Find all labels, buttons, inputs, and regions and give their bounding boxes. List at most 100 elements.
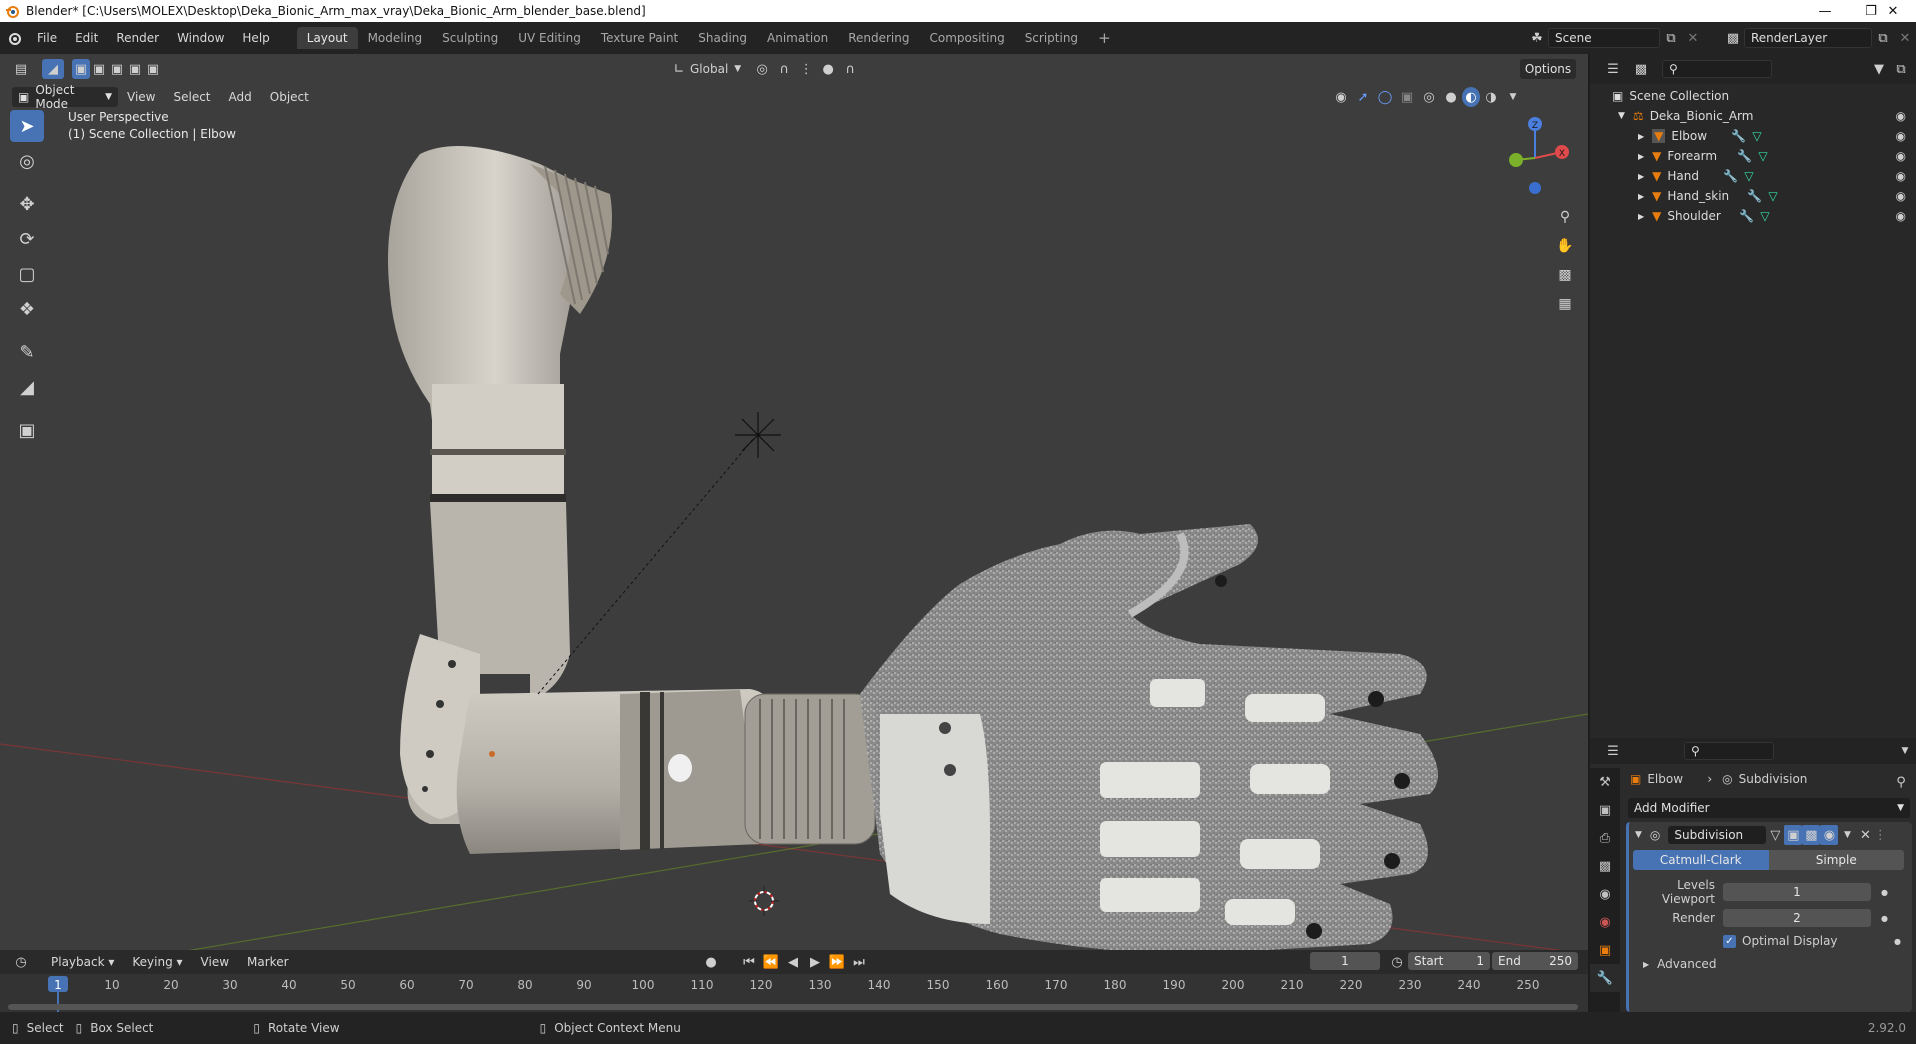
viewport-scene[interactable] <box>0 54 1588 952</box>
timeline-editor-icon[interactable]: ◷ <box>10 952 32 972</box>
visibility-eye-icon[interactable]: ◉ <box>1896 189 1906 203</box>
rendered-shading-icon[interactable]: ◑ <box>1480 87 1502 107</box>
menu-edit[interactable]: Edit <box>66 31 107 45</box>
outliner-row-hand[interactable]: ▶ ▼ Hand 🔧 ▽ ◉ <box>1590 166 1916 186</box>
measure-icon[interactable]: ◢ <box>10 371 44 403</box>
viewport-menu-select[interactable]: Select <box>164 90 219 104</box>
tab-shading[interactable]: Shading <box>688 27 757 49</box>
modifier-wrench-icon[interactable]: 🔧 <box>1590 964 1620 992</box>
annotate-icon[interactable]: ✎ <box>10 336 44 368</box>
expand-down-icon[interactable]: ▼ <box>1635 830 1642 840</box>
proportional-edit-icon[interactable]: ● <box>817 59 839 79</box>
render-icon[interactable]: ▣ <box>1590 796 1620 824</box>
end-frame-field[interactable]: End 250 <box>1492 952 1578 970</box>
outliner-row-forearm[interactable]: ▶ ▼ Forearm 🔧 ▽ ◉ <box>1590 146 1916 166</box>
jump-start-icon[interactable]: ⏮ <box>738 952 760 972</box>
chevron-down-icon[interactable]: ▼ <box>734 64 741 74</box>
visibility-eye-icon[interactable]: ◉ <box>1896 149 1906 163</box>
expand-right-icon[interactable]: ▶ <box>1638 192 1644 201</box>
play-reverse-icon[interactable]: ◀ <box>782 952 804 972</box>
3d-viewport[interactable]: ▤ ◢ ▣ ▣ ▣ ▣ ▣ ∟ Global ▼ ◎ ∩ ⋮ ● ∩ Optio… <box>0 54 1588 952</box>
view-layer-icon[interactable]: ▩ <box>1590 852 1620 880</box>
close-icon[interactable]: ✕ <box>1870 0 1916 22</box>
tab-modeling[interactable]: Modeling <box>358 27 433 49</box>
chevron-down-icon[interactable]: ▼ <box>1894 741 1916 761</box>
timeline-ruler[interactable]: 1 10 20 30 40 50 60 70 80 90 100 110 120… <box>0 974 1588 1012</box>
pin-icon[interactable]: ⚲ <box>1890 772 1912 792</box>
visibility-eye-icon[interactable]: ◉ <box>1896 169 1906 183</box>
render-levels-field[interactable]: 2 <box>1723 909 1871 927</box>
scale-icon[interactable]: ▢ <box>10 258 44 290</box>
outliner-editor-icon[interactable]: ☰ <box>1602 59 1624 79</box>
clock-icon[interactable]: ◷ <box>1386 952 1408 972</box>
keyframe-dot-icon[interactable]: ● <box>1881 914 1888 923</box>
menu-window[interactable]: Window <box>168 31 233 45</box>
orientation-icon[interactable]: ∟ <box>668 59 690 79</box>
expand-down-icon[interactable]: ▼ <box>1618 111 1625 121</box>
new-scene-icon[interactable]: ⧉ <box>1660 28 1682 48</box>
start-frame-field[interactable]: Start 1 <box>1408 952 1490 970</box>
mesh-data-icon[interactable]: ▽ <box>1744 169 1753 183</box>
outliner-row-hand-skin[interactable]: ▶ ▼ Hand_skin 🔧 ▽ ◉ <box>1590 186 1916 206</box>
camera-icon[interactable]: ▩ <box>1552 262 1578 288</box>
modifier-wrench-icon[interactable]: 🔧 <box>1723 169 1738 183</box>
object-icon[interactable]: ▣ <box>1590 936 1620 964</box>
menu-help[interactable]: Help <box>233 31 278 45</box>
catmull-clark-button[interactable]: Catmull-Clark <box>1633 850 1769 870</box>
timeline-menu-marker[interactable]: Marker <box>238 955 297 969</box>
tab-layout[interactable]: Layout <box>296 27 358 49</box>
display-mode-icon[interactable]: ▩ <box>1630 59 1652 79</box>
properties-search[interactable]: ⚲ <box>1684 742 1774 760</box>
tool-settings-icon[interactable]: ⚒ <box>1590 768 1620 796</box>
outliner-row-collection[interactable]: ▼ ⚖ Deka_Bionic_Arm ◉ <box>1590 106 1916 126</box>
new-collection-icon[interactable]: ⧉ <box>1890 59 1912 79</box>
transform-icon[interactable]: ❖ <box>10 293 44 325</box>
outliner-search[interactable]: ⚲ <box>1662 60 1772 78</box>
tab-rendering[interactable]: Rendering <box>838 27 919 49</box>
tab-sculpting[interactable]: Sculpting <box>432 27 508 49</box>
next-keyframe-icon[interactable]: ⏩ <box>826 952 848 972</box>
expand-right-icon[interactable]: ▶ <box>1638 152 1644 161</box>
expand-right-icon[interactable]: ▶ <box>1638 172 1644 181</box>
overlay-icon[interactable]: ◯ <box>1374 87 1396 107</box>
advanced-subpanel[interactable]: ▶ Advanced <box>1629 957 1912 971</box>
snap-target-icon[interactable]: ⋮ <box>795 59 817 79</box>
solid-shading-icon[interactable]: ● <box>1440 87 1462 107</box>
wireframe-shading-icon[interactable]: ◎ <box>1418 87 1440 107</box>
delete-scene-icon[interactable]: ✕ <box>1682 28 1704 48</box>
record-icon[interactable]: ● <box>700 952 722 972</box>
select-mode-icon[interactable]: ◢ <box>42 59 64 79</box>
current-frame-field[interactable]: 1 <box>1310 952 1380 970</box>
visibility-eye-icon[interactable]: ◉ <box>1330 87 1352 107</box>
pan-hand-icon[interactable]: ✋ <box>1552 233 1578 259</box>
keyframe-dot-icon[interactable]: ● <box>1881 888 1888 897</box>
material-shading-icon[interactable]: ◐ <box>1462 87 1480 107</box>
chevron-down-icon[interactable]: ▼ <box>1838 825 1856 845</box>
select-extend-icon[interactable]: ▣ <box>90 59 108 79</box>
expand-right-icon[interactable]: ▶ <box>1638 212 1644 221</box>
rotate-icon[interactable]: ⟳ <box>10 223 44 255</box>
scene-selector[interactable]: Scene <box>1548 28 1660 48</box>
minimize-icon[interactable]: — <box>1802 0 1848 22</box>
select-subtract-icon[interactable]: ▣ <box>108 59 126 79</box>
mesh-data-icon[interactable]: ▽ <box>1768 189 1777 203</box>
view-layer-selector[interactable]: RenderLayer <box>1744 28 1872 48</box>
outliner-row-shoulder[interactable]: ▶ ▼ Shoulder 🔧 ▽ ◉ <box>1590 206 1916 226</box>
tab-texture-paint[interactable]: Texture Paint <box>591 27 688 49</box>
xray-icon[interactable]: ▣ <box>1396 87 1418 107</box>
outliner-row-scene-collection[interactable]: ▣ Scene Collection <box>1590 86 1916 106</box>
tab-compositing[interactable]: Compositing <box>919 27 1014 49</box>
mesh-data-icon[interactable]: ▽ <box>1758 149 1767 163</box>
visibility-eye-icon[interactable]: ◉ <box>1896 209 1906 223</box>
transform-orientation[interactable]: Global <box>690 62 728 76</box>
select-box-icon[interactable]: ➤ <box>10 110 44 142</box>
navigation-gizmo[interactable]: Z X <box>1500 110 1570 200</box>
keyframe-dot-icon[interactable]: ● <box>1894 937 1901 946</box>
modifier-name-field[interactable]: Subdivision <box>1668 826 1767 844</box>
mode-selector[interactable]: ▣ Object Mode ▼ <box>12 83 118 111</box>
menu-render[interactable]: Render <box>107 31 168 45</box>
modifier-wrench-icon[interactable]: 🔧 <box>1747 189 1762 203</box>
realtime-icon[interactable]: ▩ <box>1802 825 1821 845</box>
timeline-menu-view[interactable]: View <box>192 955 238 969</box>
levels-viewport-field[interactable]: 1 <box>1723 883 1871 901</box>
